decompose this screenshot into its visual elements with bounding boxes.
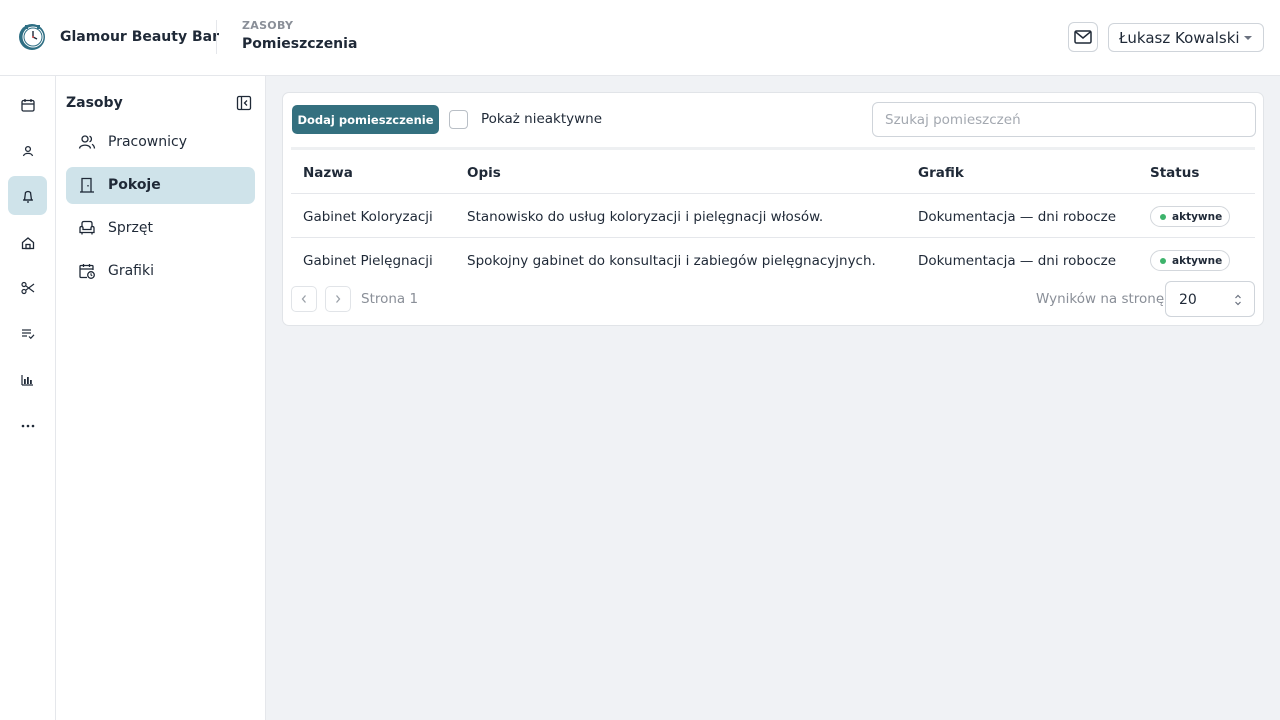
sidebar-title: Zasoby — [66, 95, 123, 111]
messages-button[interactable] — [1068, 22, 1098, 52]
chevron-right-icon — [336, 295, 341, 303]
user-menu[interactable]: Łukasz Kowalski — [1108, 23, 1264, 52]
per-page-value: 20 — [1179, 292, 1197, 308]
table-divider — [291, 237, 1255, 238]
column-header-status[interactable]: Status — [1150, 165, 1199, 181]
rooms-card: Dodaj pomieszczenie Pokaż nieaktywne Naz… — [282, 92, 1264, 326]
status-dot-icon — [1160, 258, 1166, 264]
page-indicator: Strona 1 — [361, 291, 419, 307]
table-divider — [291, 193, 1255, 194]
header-divider — [216, 20, 217, 54]
column-header-description[interactable]: Opis — [467, 165, 501, 181]
per-page-select[interactable]: 20 — [1165, 281, 1255, 317]
sidebar-item-label: Grafiki — [108, 263, 154, 279]
armchair-icon — [79, 220, 95, 235]
chevron-left-icon — [301, 295, 306, 303]
page-title: Pomieszczenia — [242, 36, 358, 52]
rail-item-resources[interactable] — [8, 176, 47, 215]
select-arrows-icon — [1235, 294, 1241, 306]
rail-item-more[interactable] — [8, 406, 47, 445]
sidebar-item-label: Pracownicy — [108, 134, 187, 150]
door-icon — [80, 177, 94, 193]
sidebar-item-pracownicy[interactable]: Pracownicy — [66, 124, 255, 161]
home-icon — [21, 236, 34, 249]
table-divider — [291, 147, 1255, 150]
status-text: aktywne — [1172, 255, 1223, 267]
sidebar-item-grafiki[interactable]: Grafiki — [66, 253, 255, 290]
status-badge: aktywne — [1150, 250, 1230, 271]
column-header-name[interactable]: Nazwa — [303, 165, 353, 181]
show-inactive-checkbox[interactable] — [449, 110, 468, 129]
room-schedule: Dokumentacja — dni robocze — [918, 253, 1117, 269]
per-page-label: Wyników na stronę — [1036, 291, 1165, 307]
room-name: Gabinet Pielęgnacji — [303, 253, 433, 269]
status-text: aktywne — [1172, 211, 1223, 223]
rail-item-salon[interactable] — [8, 223, 47, 262]
rail-item-tasks[interactable] — [8, 314, 47, 353]
resources-sidebar: Zasoby Pracownicy Pokoje Sprzęt Grafiki — [56, 76, 266, 720]
room-description: Stanowisko do usług koloryzacji i pielęg… — [467, 209, 824, 225]
rail-item-calendar[interactable] — [8, 85, 47, 124]
sidebar-item-pokoje[interactable]: Pokoje — [66, 167, 255, 204]
next-page-button[interactable] — [325, 286, 351, 312]
room-description: Spokojny gabinet do konsultacji i zabieg… — [467, 253, 876, 269]
sidebar-item-sprzet[interactable]: Sprzęt — [66, 210, 255, 247]
search-input[interactable] — [872, 102, 1256, 137]
clock-logo-icon — [19, 24, 45, 50]
more-icon — [21, 424, 34, 427]
checklist-icon — [21, 328, 34, 339]
room-name: Gabinet Koloryzacji — [303, 209, 433, 225]
sidebar-item-label: Sprzęt — [108, 220, 153, 236]
previous-page-button[interactable] — [291, 286, 317, 312]
sidebar-item-label: Pokoje — [108, 177, 161, 193]
icon-rail — [0, 76, 56, 720]
rail-item-reports[interactable] — [8, 360, 47, 399]
mail-icon — [1074, 30, 1092, 44]
room-schedule: Dokumentacja — dni robocze — [918, 209, 1117, 225]
rail-item-clients[interactable] — [8, 131, 47, 170]
calendar-icon — [20, 98, 35, 112]
show-inactive-label[interactable]: Pokaż nieaktywne — [481, 111, 602, 127]
bar-chart-icon — [21, 374, 33, 386]
scissors-icon — [20, 281, 34, 294]
breadcrumb: ZASOBY — [242, 19, 294, 32]
brand-name: Glamour Beauty Bar — [60, 29, 219, 45]
chevron-down-icon — [1244, 36, 1252, 40]
person-icon — [22, 145, 33, 156]
add-room-button[interactable]: Dodaj pomieszczenie — [292, 105, 439, 134]
column-header-schedule[interactable]: Grafik — [918, 165, 964, 181]
users-icon — [78, 135, 96, 149]
calendar-clock-icon — [79, 264, 95, 279]
user-name: Łukasz Kowalski — [1119, 29, 1240, 47]
status-badge: aktywne — [1150, 206, 1230, 227]
top-header: Glamour Beauty Bar ZASOBY Pomieszczenia … — [0, 0, 1280, 76]
status-dot-icon — [1160, 214, 1166, 220]
rail-item-services[interactable] — [8, 268, 47, 307]
collapse-sidebar-icon[interactable] — [236, 95, 252, 111]
bell-icon — [22, 190, 33, 203]
